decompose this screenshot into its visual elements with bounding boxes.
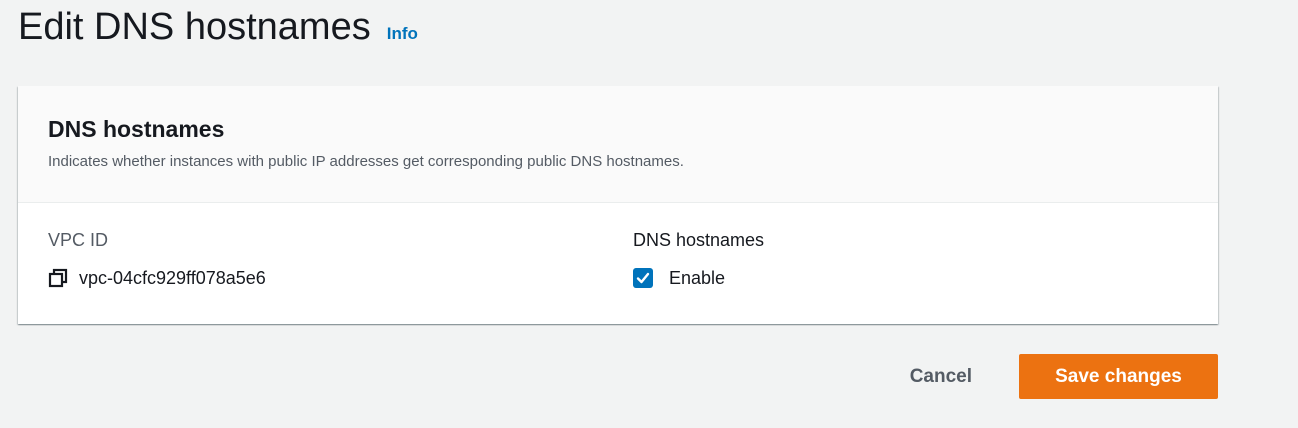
info-link[interactable]: Info <box>387 24 418 44</box>
checkmark-icon <box>636 272 650 284</box>
cancel-button[interactable]: Cancel <box>910 354 972 399</box>
enable-checkbox[interactable] <box>633 268 653 288</box>
vpc-id-value-row: vpc-04cfc929ff078a5e6 <box>48 267 266 289</box>
panel-title: DNS hostnames <box>48 116 225 142</box>
enable-checkbox-row[interactable]: Enable <box>633 267 764 289</box>
panel-description: Indicates whether instances with public … <box>48 153 684 170</box>
vpc-id-value: vpc-04cfc929ff078a5e6 <box>79 268 266 288</box>
dns-hostnames-field: DNS hostnames Enable <box>633 229 764 289</box>
copy-icon[interactable] <box>48 268 68 288</box>
vpc-id-field: VPC ID vpc-04cfc929ff078a5e6 <box>48 229 266 289</box>
vpc-id-label: VPC ID <box>48 230 109 250</box>
enable-checkbox-label[interactable]: Enable <box>669 267 725 289</box>
panel-header: DNS hostnames Indicates whether instance… <box>18 86 1218 203</box>
dns-hostnames-panel: DNS hostnames Indicates whether instance… <box>18 86 1218 324</box>
page-header: Edit DNS hostnames Info <box>18 6 418 49</box>
page-title: Edit DNS hostnames <box>18 6 371 48</box>
dns-hostnames-label: DNS hostnames <box>633 230 765 250</box>
panel-body: VPC ID vpc-04cfc929ff078a5e6 DNS hostnam… <box>18 203 1218 323</box>
form-actions: Cancel Save changes <box>0 354 1218 399</box>
save-changes-button[interactable]: Save changes <box>1019 354 1218 399</box>
